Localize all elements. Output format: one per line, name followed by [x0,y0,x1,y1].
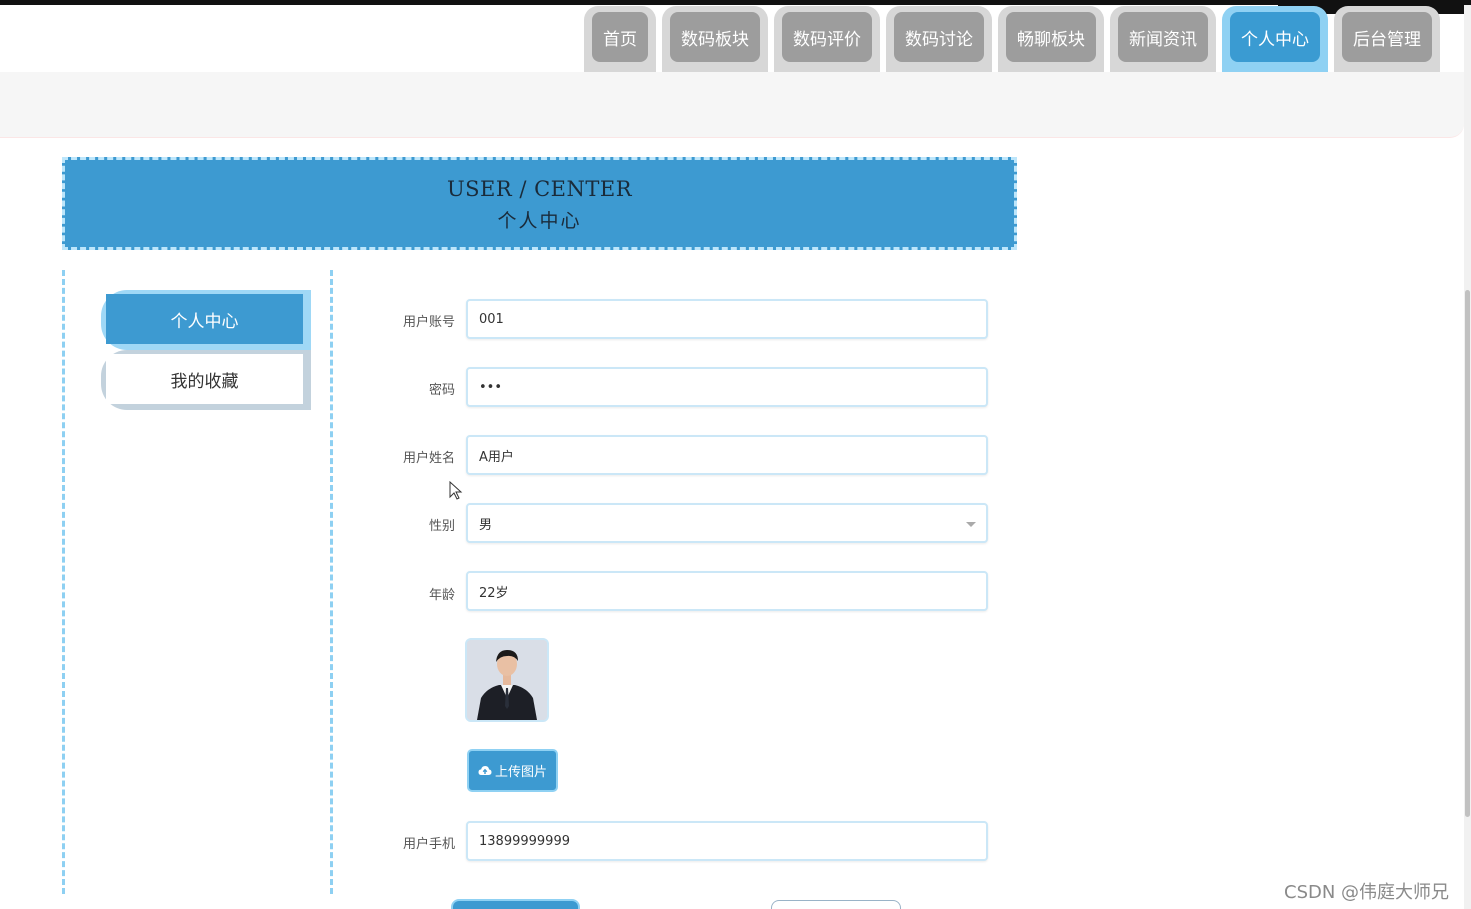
nav-tab-label: 数码讨论 [894,12,984,62]
nav-tab-user-center[interactable]: 个人中心 [1222,6,1328,72]
banner-title-en: USER / CENTER [446,177,633,201]
window-top-bar [0,0,1471,5]
gender-select-value: 男 [479,517,493,533]
nav-tab-label: 数码板块 [670,12,760,62]
sidebar-left-divider [62,270,65,894]
nav-tab-digital-discussion[interactable]: 数码讨论 [886,6,992,72]
nav-tab-label: 新闻资讯 [1118,12,1208,62]
sidebar-item-favorites[interactable]: 我的收藏 [101,350,311,410]
secondary-button[interactable] [771,900,901,909]
name-field[interactable]: A用户 [466,435,988,475]
sidebar-item-label: 个人中心 [106,294,303,344]
scrollbar-thumb[interactable] [1465,290,1470,817]
nav-tab-digital-reviews[interactable]: 数码评价 [774,6,880,72]
header-band [0,72,1464,138]
upload-image-label: 上传图片 [494,765,547,780]
avatar-image [465,638,549,722]
gender-label: 性别 [428,519,455,534]
submit-button[interactable] [451,899,580,909]
upload-image-button[interactable]: 上传图片 [467,749,558,792]
phone-field[interactable]: 13899999999 [466,821,988,861]
sidebar-item-label: 我的收藏 [106,354,303,404]
account-label: 用户账号 [402,315,455,330]
age-label: 年龄 [428,588,455,603]
page-scrollbar[interactable] [1464,5,1471,909]
nav-tab-news[interactable]: 新闻资讯 [1110,6,1216,72]
nav-tab-label: 个人中心 [1230,12,1320,62]
password-field[interactable]: ••• [466,367,988,407]
password-label: 密码 [428,383,455,398]
account-field[interactable]: 001 [466,299,988,339]
nav-tab-label: 后台管理 [1342,12,1432,62]
person-photo-icon [467,640,547,720]
chevron-down-icon [966,522,976,527]
nav-tab-digital-section[interactable]: 数码板块 [662,6,768,72]
mouse-pointer-icon [449,481,463,500]
age-field[interactable]: 22岁 [466,571,988,611]
name-label: 用户姓名 [402,451,455,466]
phone-label: 用户手机 [402,837,455,852]
nav-tab-label: 数码评价 [782,12,872,62]
main-nav: 首页 数码板块 数码评价 数码讨论 畅聊板块 新闻资讯 个人中心 后台管理 [584,6,1446,72]
nav-tab-home[interactable]: 首页 [584,6,656,72]
sidebar-right-divider [330,270,333,894]
watermark-text: CSDN @伟庭大师兄 [1284,882,1450,903]
gender-select[interactable]: 男 [466,503,988,543]
nav-tab-label: 畅聊板块 [1006,12,1096,62]
banner-title-cn: 个人中心 [497,210,582,232]
nav-tab-chat-section[interactable]: 畅聊板块 [998,6,1104,72]
page-banner: USER / CENTER 个人中心 [62,157,1017,250]
sidebar-item-user-center[interactable]: 个人中心 [101,290,311,350]
nav-tab-admin[interactable]: 后台管理 [1334,6,1440,72]
cloud-upload-icon [478,766,492,775]
nav-tab-label: 首页 [592,12,648,62]
